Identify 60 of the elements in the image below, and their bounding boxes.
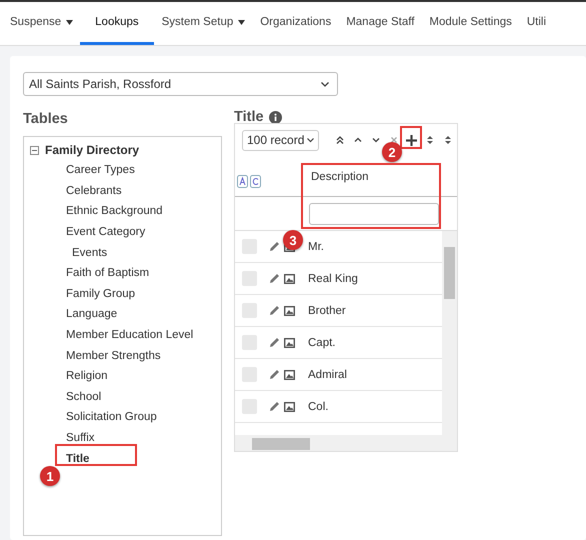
tree-item[interactable]: Member Strengths (24, 345, 221, 366)
section-heading: Tables (23, 111, 68, 127)
tree-item[interactable]: School (24, 386, 221, 408)
down-icon[interactable] (370, 135, 381, 145)
plus-icon[interactable] (406, 134, 418, 146)
tree-item[interactable]: Faith of Baptism (24, 262, 221, 284)
tree-item[interactable]: Event Category (24, 222, 221, 242)
nav-tab[interactable]: System Setup (162, 2, 246, 45)
nav-tab[interactable]: Manage Staff (346, 2, 414, 45)
tree-item[interactable]: Family Directory (45, 143, 140, 157)
chevron-icon (321, 82, 329, 86)
close-icon[interactable] (388, 135, 399, 145)
nav-tab[interactable]: Organizations (260, 2, 332, 45)
image-icon[interactable] (284, 338, 295, 348)
nav-tab[interactable]: Suspense (10, 2, 74, 45)
page-size-select[interactable]: 100 record (242, 130, 320, 150)
scrollbar[interactable] (235, 435, 457, 451)
filter-field[interactable] (309, 202, 439, 224)
tree-item[interactable]: Title (24, 448, 221, 469)
image-icon[interactable] (284, 402, 295, 412)
tree-item[interactable]: Religion (24, 366, 221, 387)
tree-item[interactable]: Events (24, 242, 221, 263)
column-header[interactable]: Description (303, 166, 377, 196)
tree-item[interactable]: Celebrants (24, 180, 221, 202)
tree-item[interactable]: Career Types (24, 160, 221, 181)
tree-item[interactable]: Member Education Level (24, 324, 221, 346)
table-cell: Real King (308, 272, 358, 284)
section-heading: Title (234, 109, 264, 125)
pencil-icon[interactable] (269, 305, 280, 316)
tree-item[interactable]: Solicitation Group (24, 407, 221, 428)
pencil-icon[interactable] (269, 337, 280, 348)
nav-tab[interactable]: Utili (526, 2, 546, 45)
sort-icon[interactable] (424, 135, 435, 145)
chevron-icon (307, 138, 314, 142)
table-cell: Col. (308, 400, 328, 412)
table-cell: Admiral (308, 368, 347, 380)
pencil-icon[interactable] (269, 241, 280, 252)
tree-item[interactable]: Ethnic Background (24, 201, 221, 222)
table-cell: Capt. (308, 336, 336, 348)
sort-icon[interactable] (442, 135, 453, 145)
tree-item[interactable]: Language (24, 304, 221, 325)
table-cell: Mr. (308, 240, 324, 252)
nav-tab[interactable]: Module Settings (429, 2, 512, 45)
column-chooser-icon[interactable] (237, 174, 261, 188)
tree-item[interactable]: Family Group (24, 284, 221, 304)
pencil-icon[interactable] (269, 369, 280, 380)
info-icon[interactable] (268, 110, 282, 124)
highlight-box (400, 126, 422, 149)
nav-tab[interactable]: Lookups (80, 2, 154, 45)
double-up-icon[interactable] (334, 135, 345, 145)
image-icon[interactable] (284, 370, 295, 380)
image-icon[interactable] (284, 306, 295, 316)
pencil-icon[interactable] (269, 401, 280, 412)
image-icon[interactable] (284, 274, 295, 284)
table-cell: Brother (308, 304, 346, 316)
scrollbar[interactable] (442, 231, 457, 435)
tree-item[interactable]: Suffix (24, 428, 221, 448)
pencil-icon[interactable] (269, 273, 280, 284)
collapse-icon[interactable] (30, 146, 39, 154)
parish-select[interactable]: All Saints Parish, Rossford (23, 72, 338, 96)
